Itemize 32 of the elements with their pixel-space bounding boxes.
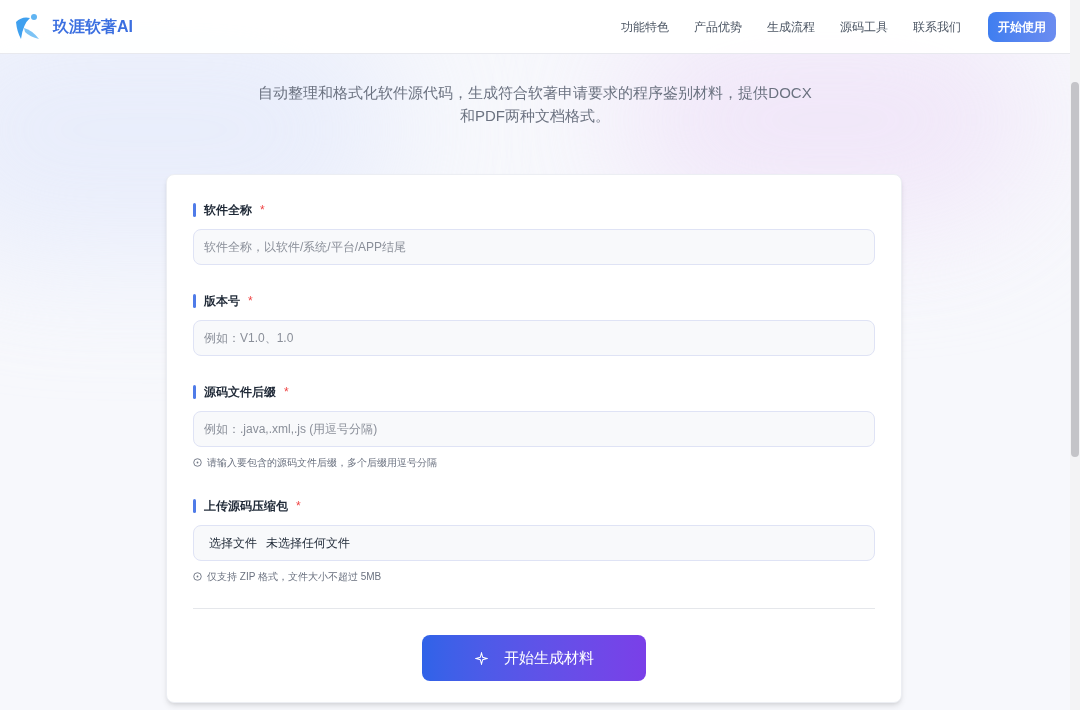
label-accent-bar bbox=[193, 294, 196, 308]
required-mark: * bbox=[260, 202, 265, 219]
file-status: 未选择任何文件 bbox=[266, 535, 350, 552]
nav-link[interactable]: 产品优势 bbox=[694, 17, 742, 36]
info-icon bbox=[193, 572, 202, 581]
info-icon bbox=[193, 458, 202, 467]
required-mark: * bbox=[248, 293, 253, 310]
get-started-button[interactable]: 开始使用 bbox=[988, 11, 1056, 42]
input-field[interactable]: 例如：.java,.xml,.js (用逗号分隔) bbox=[193, 411, 875, 447]
field-label: 版本号 bbox=[204, 293, 240, 310]
nav-link[interactable]: 生成流程 bbox=[767, 17, 815, 36]
field-label: 软件全称 bbox=[204, 202, 252, 219]
required-mark: * bbox=[284, 384, 289, 401]
field-hint: 仅支持 ZIP 格式，文件大小不超过 5MB bbox=[207, 570, 382, 584]
label-accent-bar bbox=[193, 499, 196, 513]
field-hint: 请输入要包含的源码文件后缀，多个后缀用逗号分隔 bbox=[207, 456, 437, 470]
brand-name: 玖涯软著AI bbox=[53, 16, 133, 37]
nav-link[interactable]: 源码工具 bbox=[840, 17, 888, 36]
field-label: 上传源码压缩包 bbox=[204, 498, 288, 515]
file-input[interactable]: 选择文件 未选择任何文件 bbox=[193, 525, 875, 561]
required-mark: * bbox=[296, 498, 301, 515]
nav-link[interactable]: 功能特色 bbox=[621, 17, 669, 36]
nav-link[interactable]: 联系我们 bbox=[913, 17, 961, 36]
field-label: 源码文件后缀 bbox=[204, 384, 276, 401]
generate-button[interactable]: 开始生成材料 bbox=[422, 635, 646, 681]
input-field[interactable]: 例如：V1.0、1.0 bbox=[193, 320, 875, 356]
sparkle-icon bbox=[474, 651, 488, 665]
input-field[interactable]: 软件全称，以软件/系统/平台/APP结尾 bbox=[193, 229, 875, 265]
page-subtitle: 自动整理和格式化软件源代码，生成符合软著申请要求的程序鉴别材料，提供DOCX和PDF两种文档格式。 bbox=[257, 83, 813, 126]
label-accent-bar bbox=[193, 203, 196, 217]
choose-file-button[interactable]: 选择文件 bbox=[209, 534, 257, 552]
label-accent-bar bbox=[193, 385, 196, 399]
